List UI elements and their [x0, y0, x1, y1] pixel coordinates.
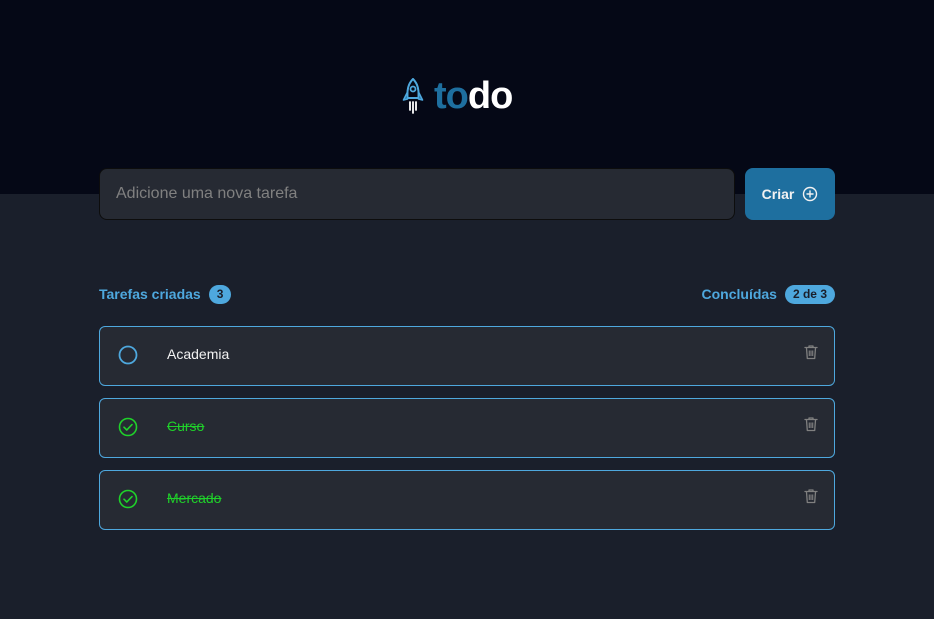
plus-circle-icon [803, 186, 818, 202]
created-counter-badge: 3 [208, 284, 232, 304]
check-circle-icon[interactable] [118, 417, 138, 437]
task-item: Curso [99, 398, 835, 458]
unchecked-circle-icon[interactable] [118, 345, 138, 365]
trash-icon[interactable] [804, 344, 818, 360]
logo-text-to: to [434, 75, 469, 117]
task-summary: Tarefas criadas 3 Concluídas 2 de 3 [99, 284, 835, 304]
done-counter-badge: 2 de 3 [784, 284, 835, 304]
rocket-icon [402, 78, 424, 114]
create-button[interactable]: Criar [745, 168, 835, 220]
logo-text: todo [434, 75, 513, 117]
task-item: Mercado [99, 470, 835, 530]
created-label: Tarefas criadas [99, 286, 201, 302]
done-summary: Concluídas 2 de 3 [701, 284, 835, 304]
task-text: Mercado [167, 490, 222, 506]
task-list: Academia Curso Mercado [99, 326, 835, 530]
logo: todo [402, 75, 513, 117]
done-label: Concluídas [701, 286, 777, 302]
created-summary: Tarefas criadas 3 [99, 284, 232, 304]
check-circle-icon[interactable] [118, 489, 138, 509]
trash-icon[interactable] [804, 488, 818, 504]
task-text: Curso [167, 418, 205, 434]
trash-icon[interactable] [804, 416, 818, 432]
create-button-label: Criar [761, 186, 795, 202]
task-item: Academia [99, 326, 835, 386]
logo-text-do: do [467, 75, 513, 117]
new-task-input[interactable] [99, 168, 735, 220]
task-text: Academia [167, 346, 230, 362]
